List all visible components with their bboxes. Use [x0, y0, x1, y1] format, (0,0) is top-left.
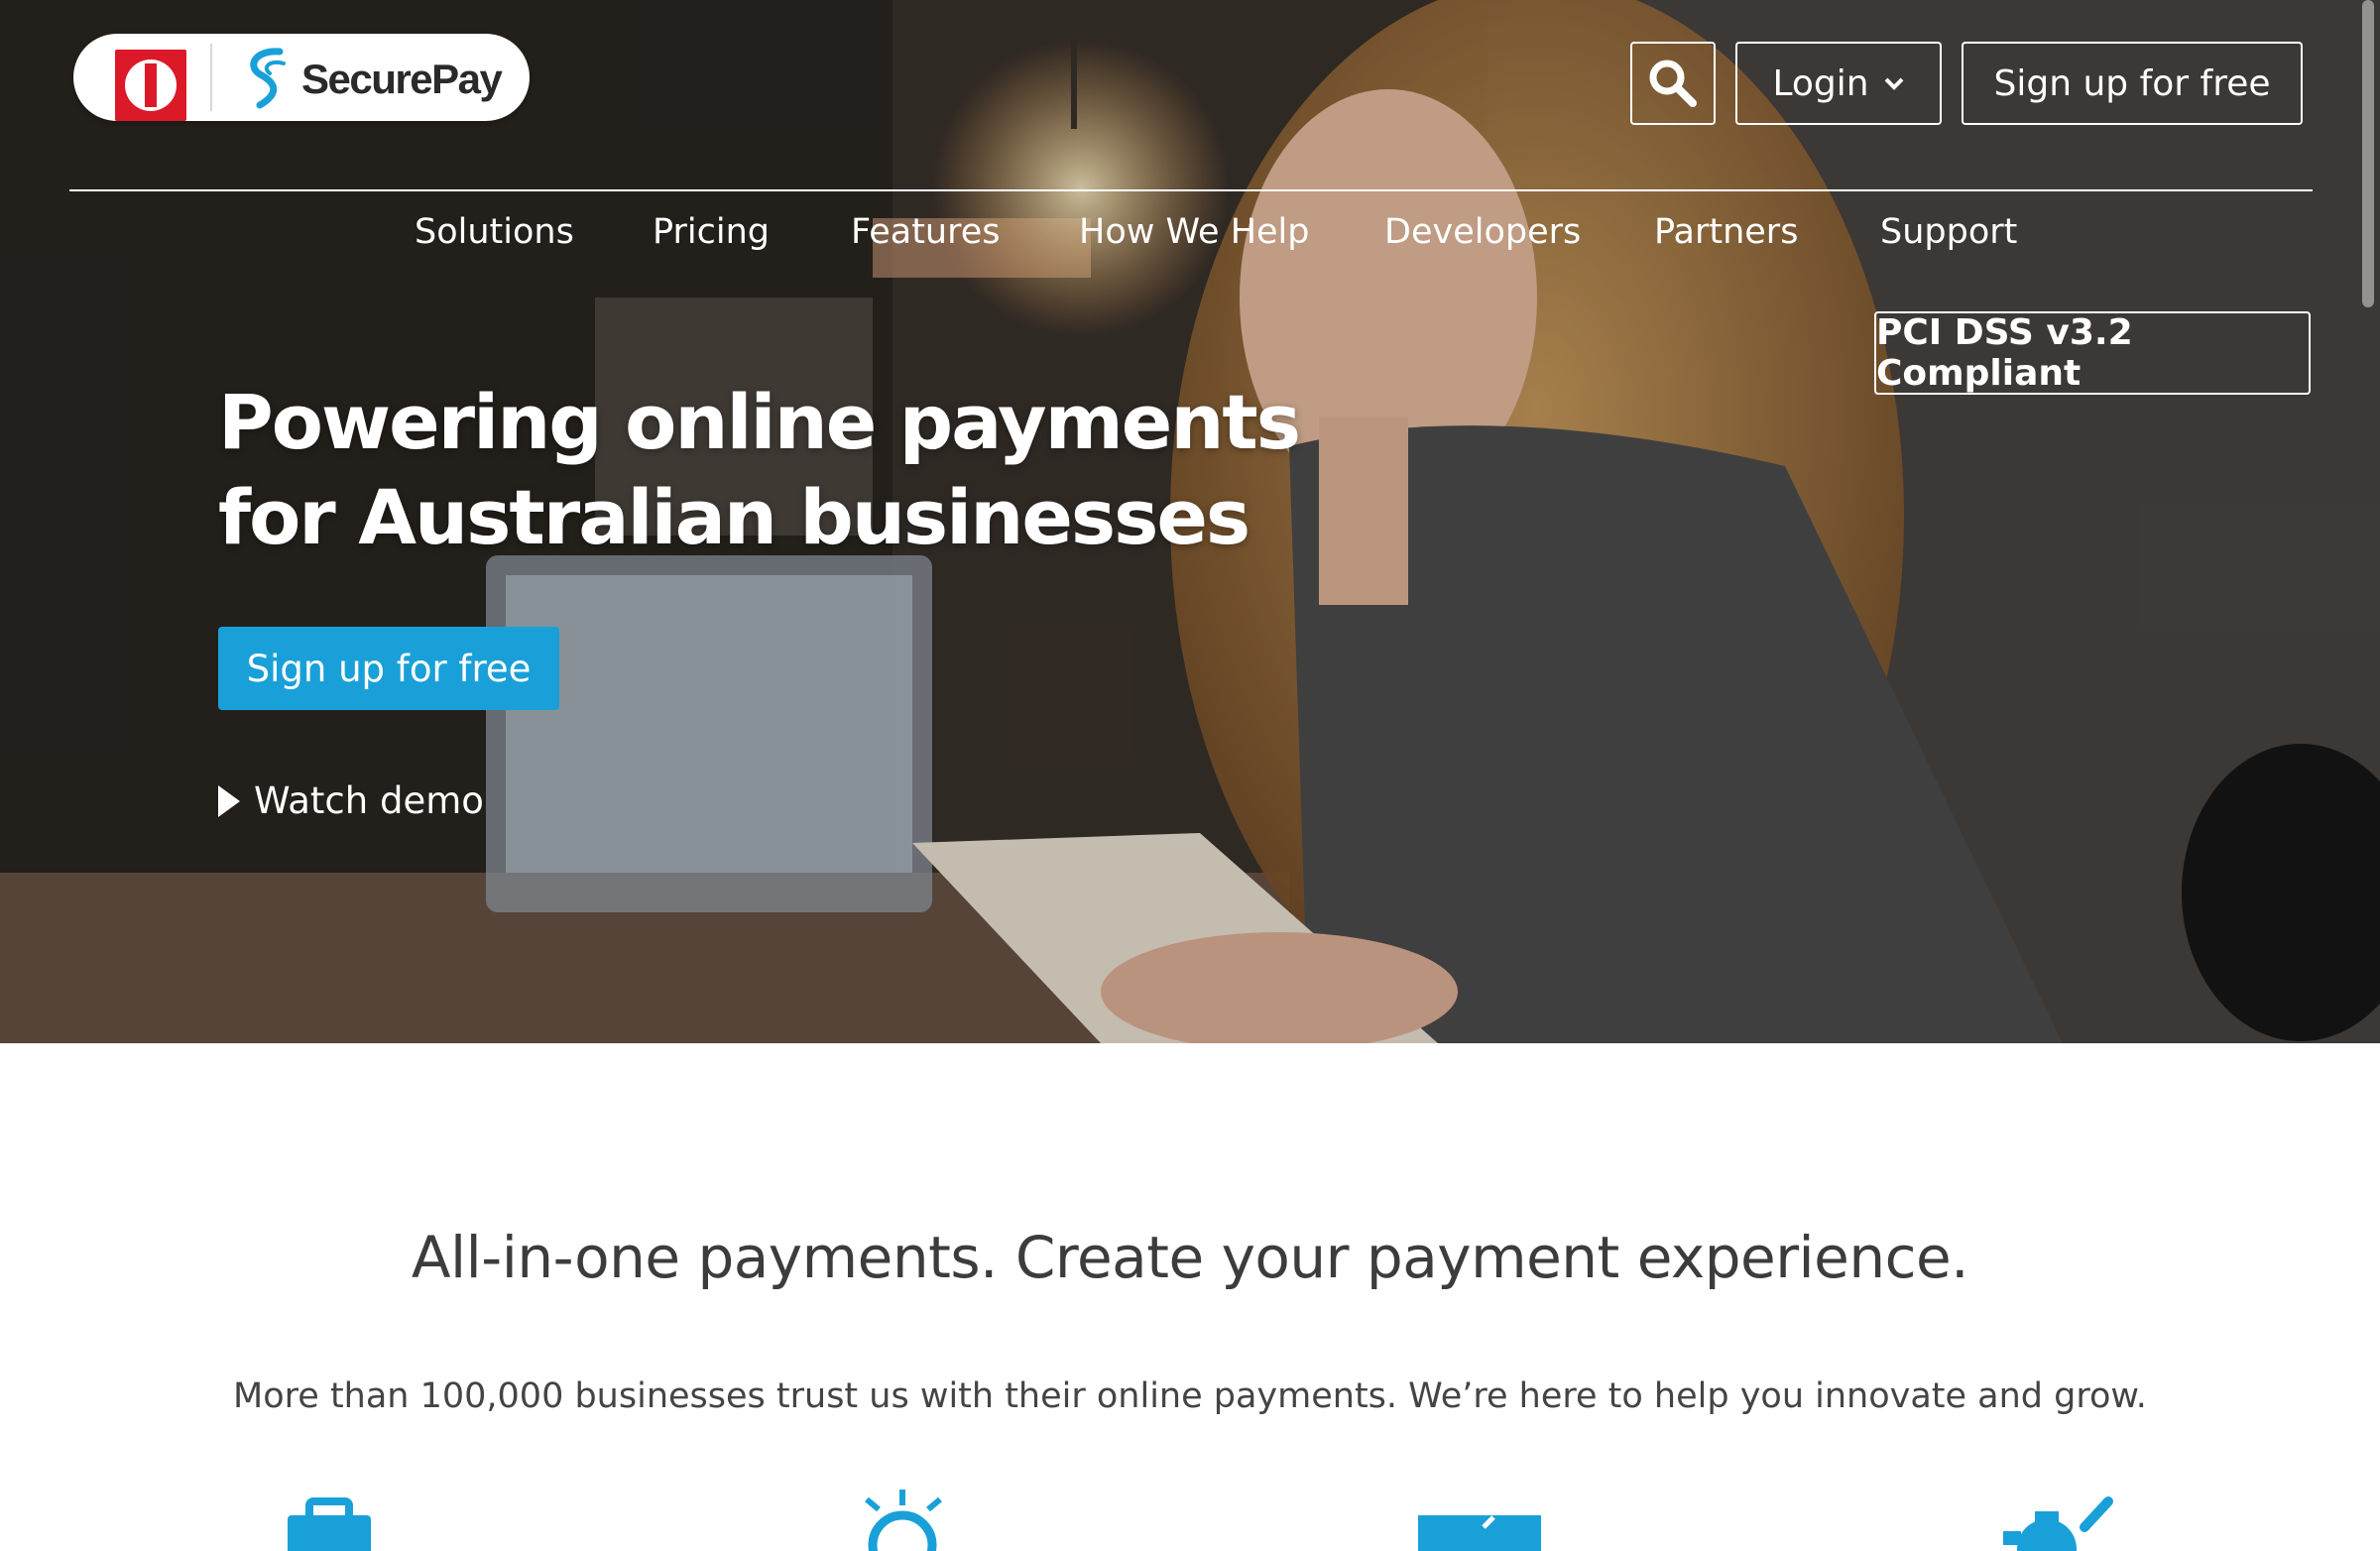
section-title: All-in-one payments. Create your payment…	[411, 1224, 1969, 1291]
search-icon	[1649, 60, 1697, 107]
page-scrollbar[interactable]	[2362, 0, 2374, 307]
main-nav: Solutions Pricing Features How We Help D…	[0, 212, 2380, 262]
nav-pricing[interactable]: Pricing	[653, 212, 770, 252]
signup-header-button[interactable]: Sign up for free	[1962, 42, 2303, 125]
nav-partners[interactable]: Partners	[1654, 212, 1798, 252]
nav-developers[interactable]: Developers	[1384, 212, 1581, 252]
login-button[interactable]: Login	[1735, 42, 1942, 125]
watch-demo-link[interactable]: Watch demo	[218, 779, 484, 822]
watch-demo-label: Watch demo	[254, 779, 484, 822]
australia-post-logo	[115, 50, 186, 121]
hero-signup-button[interactable]: Sign up for free	[218, 627, 559, 710]
chevron-down-icon	[1884, 77, 1903, 90]
pci-compliance-badge[interactable]: PCI DSS v3.2 Compliant	[1874, 311, 2311, 395]
lightbulb-icon	[865, 1490, 942, 1551]
hero-title-line-1: Powering online payments	[218, 378, 1301, 466]
hero-title-line-2: for Australian businesses	[218, 473, 1250, 561]
hero-title: Powering online payments for Australian …	[218, 375, 1309, 565]
search-button[interactable]	[1630, 42, 1716, 125]
logo-divider	[210, 44, 212, 111]
play-icon	[218, 784, 240, 817]
nav-features[interactable]: Features	[851, 212, 1001, 252]
nav-how-we-help[interactable]: How We Help	[1079, 212, 1310, 252]
login-label: Login	[1772, 62, 1869, 104]
nav-support[interactable]: Support	[1880, 212, 2017, 252]
gear-icon	[2003, 1496, 2113, 1551]
document-icon	[1418, 1515, 1541, 1551]
section-subtitle: More than 100,000 businesses trust us wi…	[233, 1376, 2147, 1416]
nav-solutions[interactable]: Solutions	[415, 212, 574, 252]
logo-link[interactable]: SecurePay	[73, 34, 530, 121]
briefcase-icon	[288, 1497, 371, 1551]
securepay-logo-icon	[250, 48, 286, 109]
brand-name: SecurePay	[301, 56, 503, 102]
nav-divider	[69, 189, 2313, 191]
